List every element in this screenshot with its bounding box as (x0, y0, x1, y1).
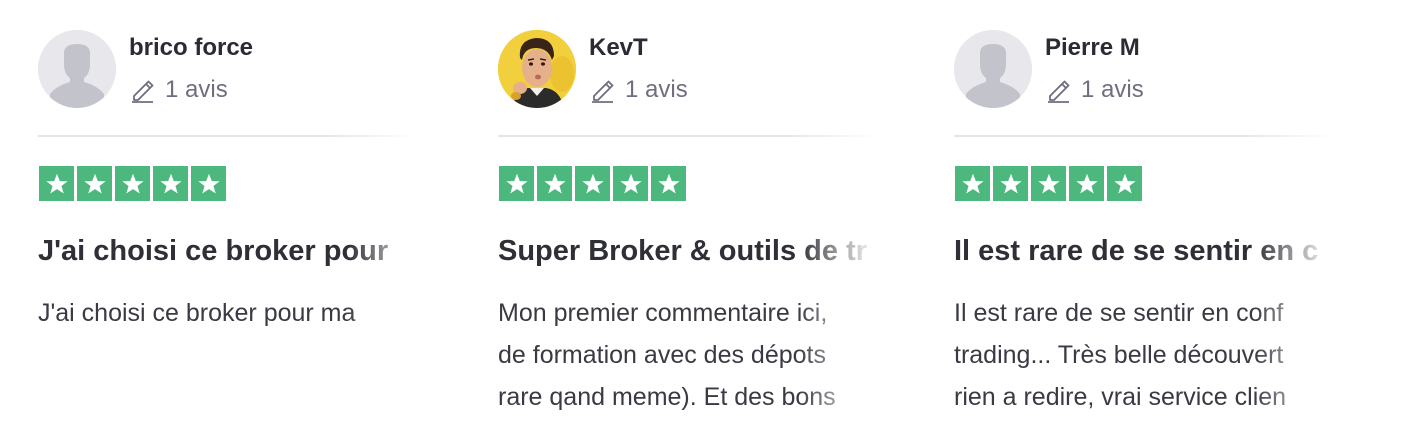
review-body-line: de formation avec des dépots (498, 341, 826, 369)
star-icon (575, 166, 610, 201)
reviewer-name[interactable]: Pierre M (1045, 34, 1140, 62)
review-card[interactable]: brico force 1 avis J'ai choisi ce broker… (38, 0, 458, 440)
star-rating (955, 166, 1145, 201)
avatar (498, 30, 576, 108)
review-body: Il est rare de se sentir en conf trading… (954, 292, 1374, 418)
review-body-line: J'ai choisi ce broker pour ma (38, 299, 356, 327)
star-icon (153, 166, 188, 201)
star-icon (537, 166, 572, 201)
reviewer-name[interactable]: KevT (589, 34, 648, 62)
star-icon (191, 166, 226, 201)
review-count-label: 1 avis (625, 76, 688, 103)
pencil-icon (1048, 80, 1070, 103)
person-silhouette-icon (954, 30, 1032, 108)
review-title[interactable]: Il est rare de se sentir en c (954, 233, 1374, 269)
star-icon (115, 166, 150, 201)
review-body: J'ai choisi ce broker pour ma (38, 292, 458, 334)
review-count: 1 avis (1045, 76, 1144, 104)
star-icon (955, 166, 990, 201)
divider (38, 135, 418, 137)
star-icon (613, 166, 648, 201)
reviews-carousel: brico force 1 avis J'ai choisi ce broker… (0, 0, 1417, 440)
review-body-line: Il est rare de se sentir en conf (954, 299, 1284, 327)
divider (498, 135, 878, 137)
pencil-icon (132, 80, 154, 103)
star-icon (993, 166, 1028, 201)
review-count-label: 1 avis (1081, 76, 1144, 103)
review-card[interactable]: Pierre M 1 avis Il est rare de se sentir… (954, 0, 1374, 440)
review-body-line: rare qand meme). Et des bons (498, 383, 836, 411)
star-icon (77, 166, 112, 201)
star-icon (1031, 166, 1066, 201)
star-icon (1069, 166, 1104, 201)
avatar (954, 30, 1032, 108)
review-card[interactable]: KevT 1 avis Super Broker & outils de tr … (498, 0, 918, 440)
star-rating (39, 166, 229, 201)
user-photo (498, 30, 576, 108)
pencil-icon (592, 80, 614, 103)
star-icon (39, 166, 74, 201)
person-silhouette-icon (38, 30, 116, 108)
review-count-label: 1 avis (165, 76, 228, 103)
reviewer-name[interactable]: brico force (129, 34, 253, 62)
review-count: 1 avis (129, 76, 228, 104)
star-icon (651, 166, 686, 201)
star-icon (499, 166, 534, 201)
star-rating (499, 166, 689, 201)
review-title[interactable]: Super Broker & outils de tr (498, 233, 918, 269)
review-body-line: Mon premier commentaire ici, (498, 299, 828, 327)
star-icon (1107, 166, 1142, 201)
review-title[interactable]: J'ai choisi ce broker pour (38, 233, 458, 269)
review-body-line: rien a redire, vrai service clien (954, 383, 1287, 411)
review-body: Mon premier commentaire ici, de formatio… (498, 292, 918, 418)
review-count: 1 avis (589, 76, 688, 104)
review-body-line: trading... Très belle découvert (954, 341, 1284, 369)
divider (954, 135, 1334, 137)
avatar (38, 30, 116, 108)
